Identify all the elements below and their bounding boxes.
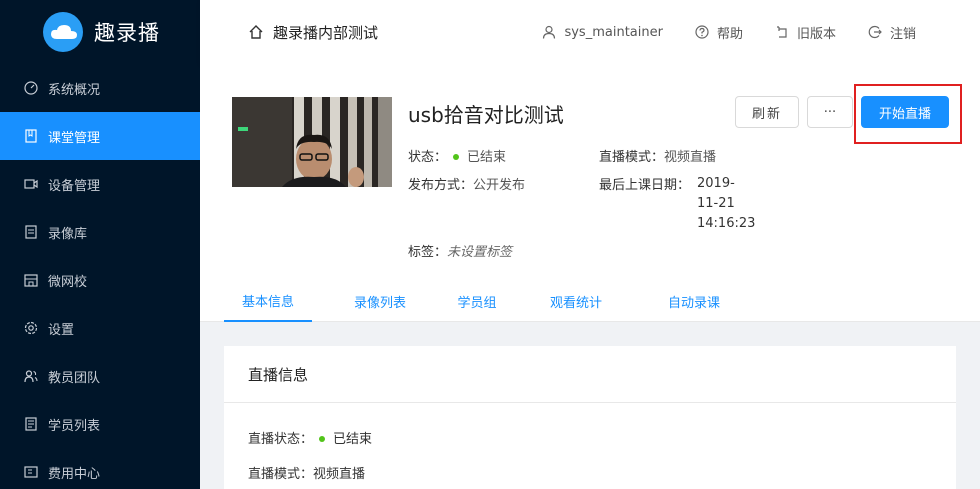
sidebar-item-label: 课堂管理: [48, 130, 101, 146]
tab-student-groups[interactable]: 学员组: [452, 280, 502, 322]
tags-value: 未设置标签: [447, 245, 513, 260]
mode-label: 直播模式：: [599, 150, 665, 165]
sidebar-item-recordings[interactable]: 录像库: [0, 208, 200, 256]
help-label: 帮助: [716, 26, 743, 42]
tags-field: 标签：未设置标签: [408, 241, 512, 260]
detail-tabs: 基本信息 录像列表 学员组 观看统计 自动录课: [224, 280, 726, 322]
logout-label: 注销: [889, 26, 916, 42]
live-info-panel: 直播信息 直播状态： 已结束 直播模式：视频直播: [224, 346, 956, 489]
tags-label: 标签：: [408, 245, 448, 260]
sidebar-item-label: 录像库: [48, 226, 88, 242]
header-actions: sys_maintainer 帮助 旧版本 注销: [510, 23, 916, 42]
return-icon: [776, 26, 787, 38]
live-status-value: 已结束: [333, 432, 373, 447]
mode-field: 直播模式：视频直播: [599, 146, 716, 165]
live-mode-label: 直播模式：: [248, 467, 314, 482]
publish-field: 发布方式：公开发布: [408, 174, 525, 193]
last-date-line: 14:16:23: [697, 216, 756, 231]
top-header: 趣录播内部测试 sys_maintainer 帮助 旧版本 注销: [200, 0, 980, 64]
logout-link[interactable]: 注销: [868, 23, 916, 42]
school-icon: [24, 273, 38, 287]
video-device-icon: [24, 177, 38, 191]
cloud-logo-icon: [43, 12, 83, 52]
tab-basic-info[interactable]: 基本信息: [224, 280, 312, 322]
last-date-line: 2019-: [697, 176, 735, 191]
publish-value: 公开发布: [473, 178, 526, 193]
dashboard-icon: [24, 81, 38, 95]
sidebar: 趣录播 系统概况 课堂管理 设备管理 录像库 微网校 设置 教员团队 学员列表 …: [0, 0, 200, 489]
tab-viewing-stats[interactable]: 观看统计: [544, 280, 608, 322]
classroom-title: usb拾音对比测试: [408, 103, 564, 127]
live-mode-value: 视频直播: [313, 467, 366, 482]
gear-icon: [24, 321, 38, 335]
refresh-button[interactable]: 刷新: [735, 96, 799, 128]
book-icon: [24, 129, 38, 143]
sidebar-item-label: 教员团队: [48, 370, 101, 386]
sidebar-item-devices[interactable]: 设备管理: [0, 160, 200, 208]
panel-title: 直播信息: [224, 346, 956, 403]
home-icon: [249, 25, 263, 39]
sidebar-item-overview[interactable]: 系统概况: [0, 64, 200, 112]
status-value: 已结束: [467, 150, 507, 165]
sidebar-item-label: 设置: [48, 322, 75, 338]
user-menu[interactable]: sys_maintainer: [542, 24, 663, 40]
username: sys_maintainer: [564, 24, 663, 40]
sidebar-item-label: 费用中心: [48, 466, 101, 482]
video-thumbnail-image: [232, 97, 392, 187]
sidebar-item-settings[interactable]: 设置: [0, 304, 200, 352]
old-version-link[interactable]: 旧版本: [775, 23, 836, 42]
sidebar-menu: 系统概况 课堂管理 设备管理 录像库 微网校 设置 教员团队 学员列表 费用中心: [0, 64, 200, 489]
highlight-box: [854, 84, 962, 144]
publish-label: 发布方式：: [408, 178, 474, 193]
user-icon: [543, 25, 556, 39]
last-date-label: 最后上课日期：: [599, 178, 691, 193]
tab-auto-record[interactable]: 自动录课: [662, 280, 726, 322]
billing-icon: [24, 465, 38, 479]
file-icon: [24, 225, 38, 239]
status-dot: [319, 435, 326, 442]
classroom-thumbnail[interactable]: [232, 97, 392, 187]
breadcrumb[interactable]: 趣录播内部测试: [248, 22, 378, 43]
last-date-line: 11-21: [697, 196, 735, 211]
logout-icon: [868, 25, 882, 39]
sidebar-item-microschool[interactable]: 微网校: [0, 256, 200, 304]
more-button[interactable]: ···: [807, 96, 853, 128]
list-icon: [24, 417, 38, 431]
sidebar-item-label: 系统概况: [48, 82, 101, 98]
brand[interactable]: 趣录播: [0, 0, 200, 64]
live-status-row: 直播状态： 已结束: [248, 428, 372, 447]
classroom-detail: usb拾音对比测试 刷新 ··· 开始直播 状态： 已结束 发布方式：公开发布 直…: [200, 64, 980, 322]
help-link[interactable]: 帮助: [695, 23, 743, 42]
sidebar-item-students[interactable]: 学员列表: [0, 400, 200, 448]
status-field: 状态： 已结束: [408, 146, 506, 165]
brand-name: 趣录播: [94, 21, 160, 45]
live-status-label: 直播状态：: [248, 432, 314, 447]
sidebar-item-label: 学员列表: [48, 418, 101, 434]
old-version-label: 旧版本: [796, 26, 836, 42]
status-label: 状态：: [408, 150, 448, 165]
sidebar-item-billing[interactable]: 费用中心: [0, 448, 200, 489]
team-icon: [24, 369, 38, 383]
status-dot: [453, 153, 460, 160]
last-date-value: 2019- 11-21 14:16:23: [697, 174, 755, 234]
sidebar-item-label: 设备管理: [48, 178, 101, 194]
breadcrumb-title: 趣录播内部测试: [273, 23, 379, 42]
sidebar-item-classroom[interactable]: 课堂管理: [0, 112, 200, 160]
live-mode-row: 直播模式：视频直播: [248, 463, 365, 482]
tab-recording-list[interactable]: 录像列表: [348, 280, 412, 322]
mode-value: 视频直播: [664, 150, 717, 165]
sidebar-item-label: 微网校: [48, 274, 88, 290]
help-icon: [695, 25, 709, 39]
sidebar-item-team[interactable]: 教员团队: [0, 352, 200, 400]
